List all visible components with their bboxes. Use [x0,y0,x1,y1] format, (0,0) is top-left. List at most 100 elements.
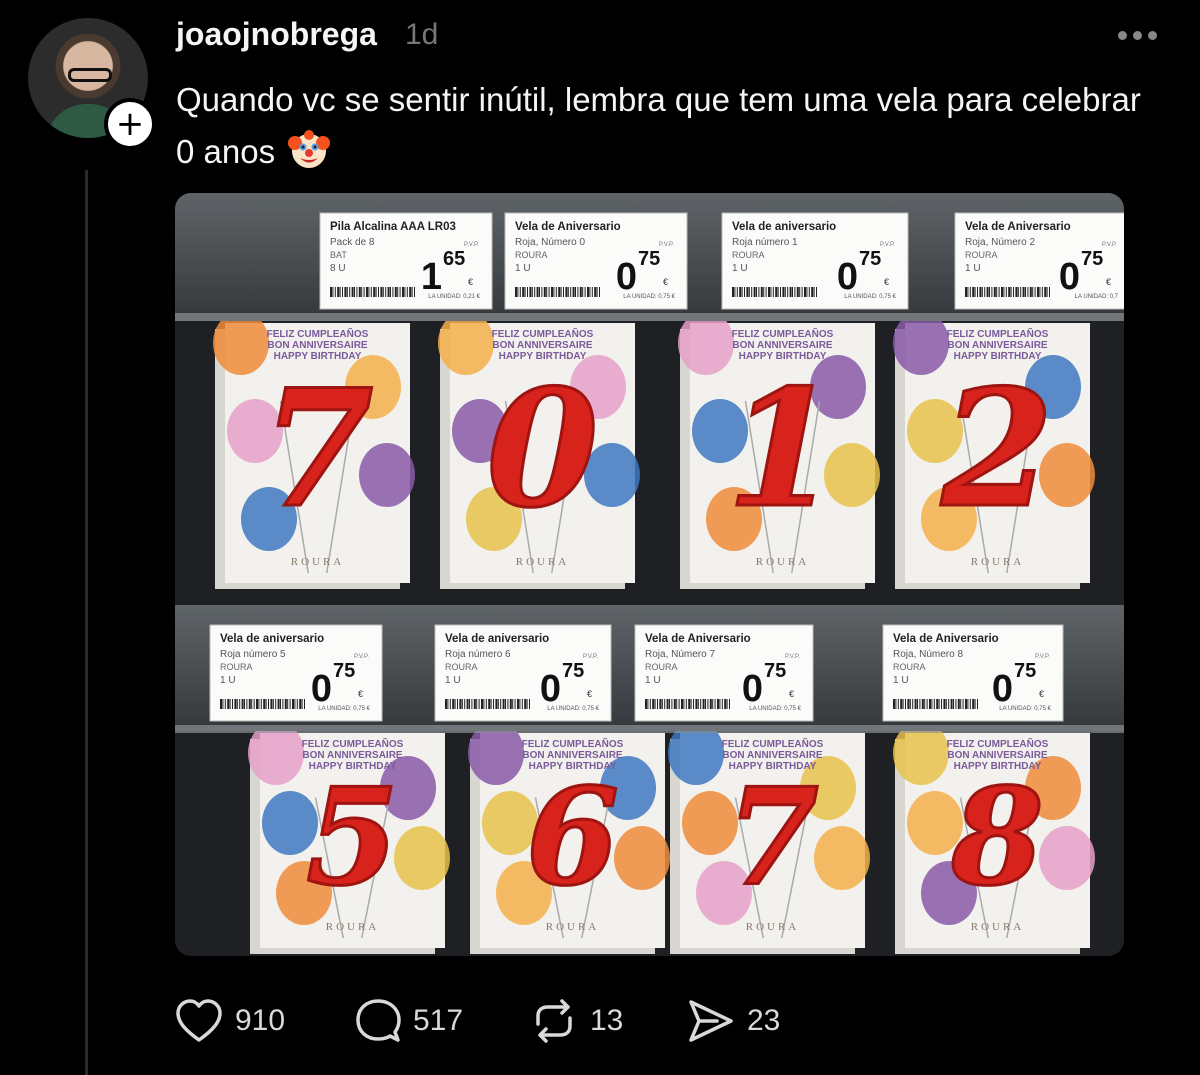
bottom-shelf-price-label-3: Vela de Aniversario Roja, Número 7 ROURA 1 … [634,624,814,722]
bottom-shelf-price-label-4-pvp: P.V.P. [1035,654,1050,660]
top-shelf-price-label-3-description: Roja número 1 [732,237,798,248]
top-shelf-price-label-2-currency: € [663,277,668,287]
bottom-shelf-package-greeting: FELIZ CUMPLEAÑOS [947,737,1049,750]
top-shelf-package-brand: ROURA [971,556,1025,568]
plus-icon: + [115,104,145,144]
top-shelf-price-label-4-title: Vela de Aniversario [965,221,1071,233]
reply-count: 517 [413,1004,464,1037]
bottom-shelf-price-label-3-price-decimal: 75 [764,660,786,682]
top-shelf-price-label-1-brand: BAT [330,250,347,260]
bottom-shelf-price-label-1-currency: € [358,689,363,699]
top-shelf-price-label-2-price-integer: 0 [616,256,637,298]
top-shelf-price-label-2: Vela de Aniversario Roja, Número 0 ROURA 1 … [504,212,688,310]
bottom-shelf-price-label-1-title: Vela de aniversario [220,633,324,645]
top-shelf-price-label-2-description: Roja, Número 0 [515,237,585,248]
reply-button[interactable]: 517 [355,996,463,1046]
top-shelf-package-brand: ROURA [756,556,810,568]
bottom-shelf-price-label-4: Vela de Aniversario Roja, Número 8 ROURA 1 … [882,624,1064,722]
top-shelf-price-label-1: Pila Alcalina AAA LR03 Pack de 8 BAT 8 U P.V… [319,212,493,310]
bottom-shelf-price-label-2-unit-price: LA UNIDAD: 0,75 € [547,706,599,712]
avatar-glasses [68,68,112,82]
bottom-shelf-price-label-4-price-integer: 0 [992,668,1013,710]
top-shelf-price-label-3: Vela de aniversario Roja número 1 ROURA 1 U… [721,212,909,310]
like-count: 910 [235,1004,286,1037]
author-username[interactable]: joaojnobrega [176,16,377,53]
top-shelf-price-label-4-unit-price: LA UNIDAD: 0,7 [1075,294,1119,300]
bottom-shelf-price-label-4-description: Roja, Número 8 [893,649,963,660]
bottom-shelf-price-label-3-pvp: P.V.P. [785,654,800,660]
top-shelf-package-greeting: BON ANNIVERSAIRE [732,340,833,351]
bottom-shelf-price-label-3-price-integer: 0 [742,668,763,710]
post-image[interactable]: FELIZ CUMPLEAÑOS BON ANNIVERSAIRE HAPPY BI… [175,193,1124,956]
bottom-shelf-price-label-3-quantity: 1 U [645,675,661,686]
top-shelf-price-label-4-pvp: P.V.P. [1102,242,1117,248]
top-shelf-price-label-1-quantity: 8 U [330,263,346,274]
bottom-shelf-package-7: FELIZ CUMPLEAÑOSBON ANNIVERSAIREHAPPY BI… [668,721,870,954]
top-shelf-price-label-3-unit-price: LA UNIDAD: 0,75 € [844,294,896,300]
top-shelf-price-label-1-currency: € [468,277,473,287]
post-timestamp[interactable]: 1d [405,18,438,52]
bottom-shelf-price-label-3-description: Roja, Número 7 [645,649,715,660]
top-shelf-price-label-1-title: Pila Alcalina AAA LR03 [330,221,456,233]
top-shelf-package-greeting: BON ANNIVERSAIRE [947,340,1048,351]
share-count: 23 [747,1004,781,1037]
follow-button[interactable]: + [104,98,156,150]
send-icon [689,1000,733,1042]
bottom-shelf-price-label-4-brand: ROURA [893,662,926,672]
bottom-shelf-price-label-1-unit-price: LA UNIDAD: 0,75 € [318,706,370,712]
bottom-shelf-price-label-2-currency: € [587,689,592,699]
bottom-shelf-price-label-2-pvp: P.V.P. [583,654,598,660]
bottom-shelf-price-label-4-title: Vela de Aniversario [893,633,999,645]
top-shelf-price-label-1-description: Pack de 8 [330,237,375,248]
bottom-shelf-price-label-3-currency: € [789,689,794,699]
top-shelf-package-greeting: FELIZ CUMPLEAÑOS [267,327,369,340]
top-shelf-price-label-1-unit-price: LA UNIDAD: 0,21 € [428,294,480,300]
bottom-shelf-price-label-4-currency: € [1039,689,1044,699]
bottom-shelf-candle-7: 7 [726,760,819,916]
top-shelf-package-greeting: FELIZ CUMPLEAÑOS [947,327,1049,340]
bottom-shelf-package-6: FELIZ CUMPLEAÑOSBON ANNIVERSAIREHAPPY BI… [468,721,670,954]
top-shelf-price-label-1-price-decimal: 65 [443,248,465,270]
bottom-shelf-price-label-1-price-decimal: 75 [333,660,355,682]
repost-button[interactable]: 13 [530,996,623,1046]
share-button[interactable]: 23 [687,996,780,1046]
top-shelf-price-label-4-description: Roja, Número 2 [965,237,1035,248]
bottom-shelf-price-label-2-price-decimal: 75 [562,660,584,682]
top-shelf-price-label-2-title: Vela de Aniversario [515,221,621,233]
bottom-shelf-price-label-2-quantity: 1 U [445,675,461,686]
clown-face-icon [288,130,331,168]
bottom-shelf-package-5: FELIZ CUMPLEAÑOSBON ANNIVERSAIREHAPPY BI… [248,721,450,954]
bottom-shelf-price-label-3-brand: ROURA [645,662,678,672]
top-shelf-package-greeting: BON ANNIVERSAIRE [267,340,368,351]
more-options-icon[interactable] [1115,20,1159,50]
like-button[interactable]: 910 [175,996,285,1046]
top-shelf-candle-2: 2 [940,355,1053,544]
bottom-shelf-price-label-1-price-integer: 0 [311,668,332,710]
bottom-shelf-price-label-1-quantity: 1 U [220,675,236,686]
bottom-shelf-candle-5: 5 [306,760,399,916]
top-shelf-price-label-3-price-decimal: 75 [859,248,881,270]
top-shelf-package-1: FELIZ CUMPLEAÑOSBON ANNIVERSAIREHAPPY BI… [678,311,880,589]
top-shelf-price-label-4-brand: ROURA [965,250,998,260]
top-shelf-package-2: FELIZ CUMPLEAÑOSBON ANNIVERSAIREHAPPY BI… [893,311,1095,589]
top-shelf-price-label-2-price-decimal: 75 [638,248,660,270]
top-shelf-price-label-4-price-decimal: 75 [1081,248,1103,270]
bottom-shelf-package-greeting: FELIZ CUMPLEAÑOS [722,737,824,750]
top-shelf-package-7: FELIZ CUMPLEAÑOSBON ANNIVERSAIREHAPPY BI… [213,311,415,589]
top-shelf-candle-1: 1 [726,355,838,544]
repost-count: 13 [590,1004,624,1037]
action-bar: 910 517 13 23 [175,996,875,1046]
bottom-shelf-candle-8: 8 [950,760,1044,916]
bottom-shelf-package-brand: ROURA [746,921,800,933]
bottom-shelf-package-brand: ROURA [971,921,1025,933]
top-shelf-price-label-4: Vela de Aniversario Roja, Número 2 ROURA 1 … [954,212,1124,310]
top-shelf-price-label-2-brand: ROURA [515,250,548,260]
top-shelf-candle-7: 7 [261,355,373,544]
top-shelf-price-label-3-quantity: 1 U [732,263,748,274]
bottom-shelf-price-label-3-unit-price: LA UNIDAD: 0,75 € [749,706,801,712]
top-shelf-price-label-2-unit-price: LA UNIDAD: 0,75 € [623,294,675,300]
bottom-shelf-price-label-1-description: Roja número 5 [220,649,286,660]
post-text: Quando vc se sentir inútil, lembra que t… [176,74,1156,178]
top-shelf-candle-0: 0 [486,355,598,544]
bottom-shelf-candle-6: 6 [526,760,619,916]
